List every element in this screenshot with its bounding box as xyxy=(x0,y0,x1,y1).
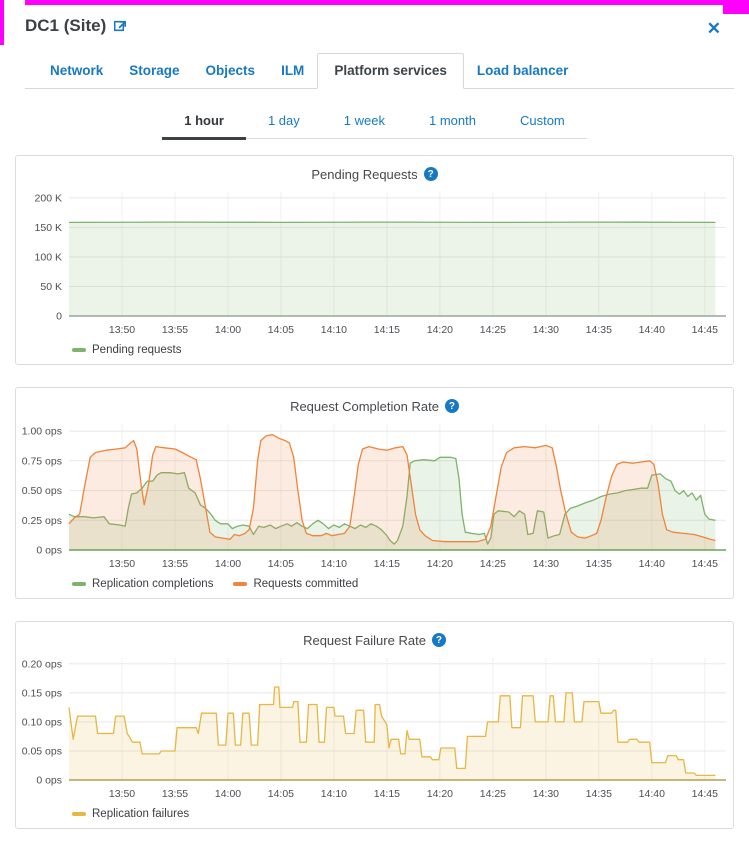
svg-text:14:10: 14:10 xyxy=(321,788,347,800)
tab-ilm[interactable]: ILM xyxy=(268,54,317,88)
time-tab-1-month[interactable]: 1 month xyxy=(407,105,498,138)
svg-text:0.05 ops: 0.05 ops xyxy=(22,746,62,758)
panel-request-completion-rate: Request Completion Rate ? 0 ops0.25 ops0… xyxy=(15,387,734,599)
svg-text:13:55: 13:55 xyxy=(162,558,188,570)
time-tab-1-day[interactable]: 1 day xyxy=(246,105,322,138)
svg-text:14:35: 14:35 xyxy=(586,324,612,336)
debug-highlight-corner xyxy=(723,0,749,14)
svg-text:0.15 ops: 0.15 ops xyxy=(22,687,62,699)
legend-label: Replication failures xyxy=(92,808,189,820)
svg-text:14:35: 14:35 xyxy=(586,558,612,570)
tab-load-balancer[interactable]: Load balancer xyxy=(464,54,582,88)
svg-text:14:20: 14:20 xyxy=(427,558,453,570)
svg-text:0.25 ops: 0.25 ops xyxy=(22,515,62,527)
chart-title: Request Failure Rate xyxy=(303,633,426,648)
request-failure-rate-chart[interactable]: 0 ops0.05 ops0.10 ops0.15 ops0.20 ops13:… xyxy=(16,652,733,806)
svg-text:14:00: 14:00 xyxy=(215,324,241,336)
tab-platform-services[interactable]: Platform services xyxy=(317,53,464,89)
tab-objects[interactable]: Objects xyxy=(193,54,269,88)
help-icon[interactable]: ? xyxy=(424,167,438,181)
svg-text:14:30: 14:30 xyxy=(533,324,559,336)
legend-item[interactable]: Requests committed xyxy=(233,578,358,590)
svg-text:14:20: 14:20 xyxy=(427,324,453,336)
dialog-header: DC1 (Site) ✕ xyxy=(0,0,749,41)
svg-text:14:15: 14:15 xyxy=(374,324,400,336)
tab-storage[interactable]: Storage xyxy=(116,54,192,88)
svg-text:14:25: 14:25 xyxy=(480,788,506,800)
svg-text:14:20: 14:20 xyxy=(427,788,453,800)
request-completion-rate-chart[interactable]: 0 ops 0.25 ops 0.50 ops 0.75 ops 1.00 ops 13:… xyxy=(16,418,733,576)
svg-text:14:05: 14:05 xyxy=(268,788,294,800)
svg-text:14:15: 14:15 xyxy=(374,788,400,800)
legend-item[interactable]: Pending requests xyxy=(72,344,182,356)
svg-text:13:55: 13:55 xyxy=(162,788,188,800)
chart-legend: Replication failures xyxy=(72,808,733,820)
svg-text:14:25: 14:25 xyxy=(480,558,506,570)
chart-legend: Replication completions Requests committe… xyxy=(72,578,733,590)
svg-text:0.10 ops: 0.10 ops xyxy=(22,716,62,728)
svg-text:13:55: 13:55 xyxy=(162,324,188,336)
debug-highlight-left-strip xyxy=(0,0,4,45)
svg-text:13:50: 13:50 xyxy=(109,558,135,570)
help-icon[interactable]: ? xyxy=(445,399,459,413)
svg-text:0: 0 xyxy=(56,311,62,323)
time-tab-1-hour[interactable]: 1 hour xyxy=(162,105,246,140)
svg-text:14:05: 14:05 xyxy=(268,324,294,336)
pending-requests-chart[interactable]: 0 50 K 100 K 150 K 200 K 13:50 13:55 14:00 14:05… xyxy=(16,186,733,342)
panel-request-failure-rate: Request Failure Rate ? 0 ops0.05 ops0.10… xyxy=(15,621,734,829)
svg-text:0 ops: 0 ops xyxy=(36,545,62,557)
svg-text:14:45: 14:45 xyxy=(692,788,718,800)
close-icon[interactable]: ✕ xyxy=(699,16,729,41)
chart-legend: Pending requests xyxy=(72,344,733,356)
legend-swatch-icon xyxy=(72,582,86,586)
svg-text:13:50: 13:50 xyxy=(109,324,135,336)
svg-text:14:45: 14:45 xyxy=(692,558,718,570)
svg-text:150 K: 150 K xyxy=(35,222,62,234)
svg-text:1.00 ops: 1.00 ops xyxy=(22,426,62,438)
legend-item[interactable]: Replication failures xyxy=(72,808,189,820)
svg-text:200 K: 200 K xyxy=(35,192,62,204)
help-icon[interactable]: ? xyxy=(432,633,446,647)
svg-text:0.75 ops: 0.75 ops xyxy=(22,455,62,467)
svg-text:14:05: 14:05 xyxy=(268,558,294,570)
time-tab-custom[interactable]: Custom xyxy=(498,105,587,138)
svg-text:14:10: 14:10 xyxy=(321,558,347,570)
legend-label: Requests committed xyxy=(253,578,358,590)
svg-text:14:30: 14:30 xyxy=(533,788,559,800)
svg-text:0.50 ops: 0.50 ops xyxy=(22,485,62,497)
legend-item[interactable]: Replication completions xyxy=(72,578,213,590)
legend-swatch-icon xyxy=(233,582,247,586)
svg-text:14:00: 14:00 xyxy=(215,788,241,800)
svg-text:13:50: 13:50 xyxy=(109,788,135,800)
svg-text:100 K: 100 K xyxy=(35,252,62,264)
svg-text:14:40: 14:40 xyxy=(639,558,665,570)
svg-text:14:40: 14:40 xyxy=(639,324,665,336)
svg-text:14:10: 14:10 xyxy=(321,324,347,336)
legend-swatch-icon xyxy=(72,812,86,816)
external-link-icon[interactable] xyxy=(114,19,128,33)
svg-text:14:00: 14:00 xyxy=(215,558,241,570)
svg-text:14:25: 14:25 xyxy=(480,324,506,336)
tab-bar: Network Storage Objects ILM Platform ser… xyxy=(25,53,734,89)
time-tab-1-week[interactable]: 1 week xyxy=(322,105,407,138)
page-title: DC1 (Site) xyxy=(25,16,106,36)
legend-label: Replication completions xyxy=(92,578,213,590)
svg-text:14:15: 14:15 xyxy=(374,558,400,570)
debug-highlight-top-bar xyxy=(25,0,725,5)
panel-pending-requests: Pending Requests ? 0 50 K 100 K 150 K 200 K 1… xyxy=(15,155,734,365)
chart-title: Request Completion Rate xyxy=(290,399,439,414)
svg-text:14:35: 14:35 xyxy=(586,788,612,800)
svg-text:14:40: 14:40 xyxy=(639,788,665,800)
svg-text:50 K: 50 K xyxy=(40,281,62,293)
svg-text:14:45: 14:45 xyxy=(692,324,718,336)
legend-swatch-icon xyxy=(72,348,86,352)
chart-title: Pending Requests xyxy=(311,167,417,182)
legend-label: Pending requests xyxy=(92,344,182,356)
tab-network[interactable]: Network xyxy=(37,54,116,88)
svg-text:14:30: 14:30 xyxy=(533,558,559,570)
time-range-bar: 1 hour 1 day 1 week 1 month Custom xyxy=(0,105,749,139)
svg-text:0.20 ops: 0.20 ops xyxy=(22,658,62,670)
